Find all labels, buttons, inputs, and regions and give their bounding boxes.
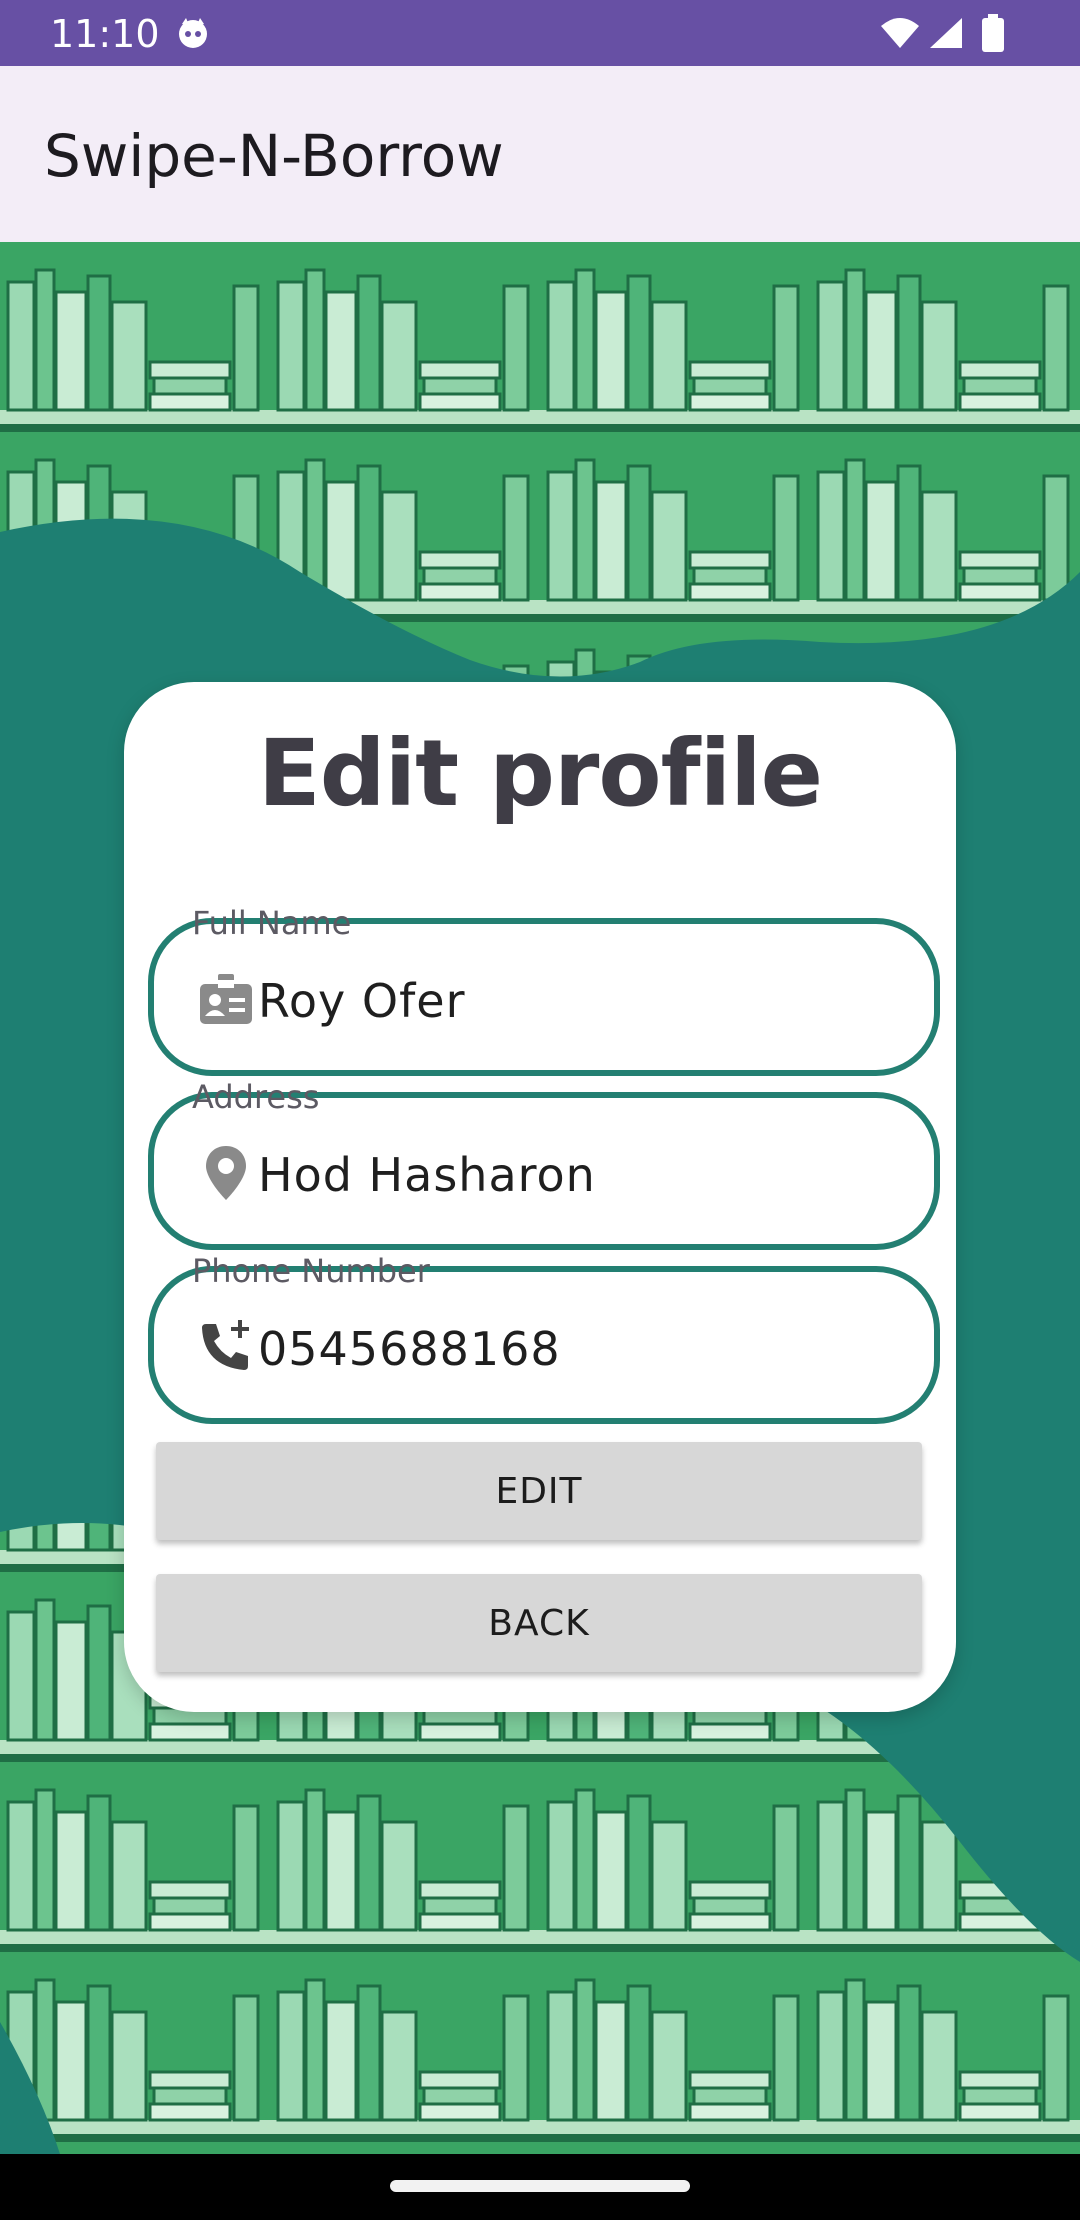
app-bar: Swipe-N-Borrow: [0, 66, 1080, 242]
badge-icon: [200, 974, 252, 1024]
back-button[interactable]: BACK: [156, 1574, 922, 1672]
navigation-bar: [0, 2154, 1080, 2220]
location-pin-icon: [206, 1146, 246, 1200]
full-name-label: Full Name: [192, 904, 352, 942]
cat-notification-icon: [179, 18, 207, 48]
address-label: Address: [192, 1078, 320, 1116]
wifi-icon: [881, 18, 919, 48]
signal-icon: [930, 18, 962, 48]
page-title: Edit profile: [257, 720, 823, 827]
full-name-value: Roy Ofer: [258, 974, 466, 1028]
edit-button[interactable]: EDIT: [156, 1442, 922, 1540]
phone-number-label: Phone Number: [192, 1252, 430, 1290]
status-bar: 11:10: [0, 0, 1080, 66]
address-value: Hod Hasharon: [258, 1148, 596, 1202]
status-time: 11:10: [50, 12, 160, 56]
add-call-icon: [202, 1320, 249, 1370]
battery-icon: [982, 14, 1004, 52]
home-gesture-handle[interactable]: [390, 2180, 690, 2192]
edit-profile-card: Edit profile Roy Ofer Full Name Hod Hash…: [124, 682, 956, 1712]
phone-number-value: 0545688168: [258, 1322, 561, 1376]
app-title: Swipe-N-Borrow: [44, 122, 504, 190]
